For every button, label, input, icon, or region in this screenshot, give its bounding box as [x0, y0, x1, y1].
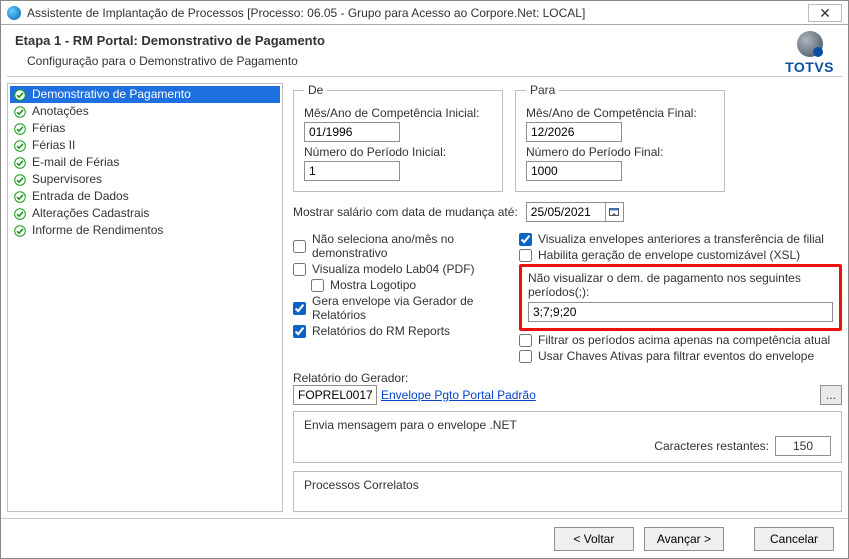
step-nav: Demonstrativo de Pagamento Anotações Fér… [7, 83, 283, 512]
chk-relatorios-rm[interactable]: Relatórios do RM Reports [293, 324, 503, 338]
mostrar-salario-label: Mostrar salário com data de mudança até: [293, 205, 518, 219]
check-icon [14, 157, 26, 169]
chk-label: Habilita geração de envelope customizáve… [538, 248, 800, 262]
nav-item-informe[interactable]: Informe de Rendimentos [10, 222, 280, 239]
nav-item-label: Supervisores [32, 172, 102, 187]
nav-item-email-ferias[interactable]: E-mail de Férias [10, 154, 280, 171]
para-periodo-input[interactable] [526, 161, 622, 181]
para-legend: Para [526, 83, 559, 97]
chk-visualiza-env-ant[interactable]: Visualiza envelopes anteriores a transfe… [519, 232, 842, 246]
processos-correlatos-box: Processos Correlatos [293, 471, 842, 512]
nav-item-label: Férias II [32, 138, 75, 153]
de-periodo-label: Número do Período Inicial: [304, 145, 492, 159]
chk-label: Visualiza modelo Lab04 (PDF) [312, 262, 475, 276]
check-icon [14, 106, 26, 118]
nav-item-demonstrativo[interactable]: Demonstrativo de Pagamento [10, 86, 280, 103]
nav-item-supervisores[interactable]: Supervisores [10, 171, 280, 188]
chk-label: Mostra Logotipo [330, 278, 416, 292]
chk-label: Relatórios do RM Reports [312, 324, 450, 338]
de-mes-input[interactable] [304, 122, 400, 142]
mostrar-salario-date[interactable] [526, 202, 624, 222]
nav-item-label: Férias [32, 121, 65, 136]
periodos-ocultos-box: Não visualizar o dem. de pagamento nos s… [519, 264, 842, 331]
brand-name: TOTVS [785, 59, 834, 75]
gerador-code-input[interactable] [293, 385, 377, 405]
nav-item-label: Demonstrativo de Pagamento [32, 87, 191, 102]
envelope-net-box: Envia mensagem para o envelope .NET Cara… [293, 411, 842, 463]
chk-visualiza-lab04[interactable]: Visualiza modelo Lab04 (PDF) [293, 262, 503, 276]
nav-item-label: Alterações Cadastrais [32, 206, 149, 221]
body: Demonstrativo de Pagamento Anotações Fér… [1, 77, 848, 518]
nav-item-label: Informe de Rendimentos [32, 223, 163, 238]
window: Assistente de Implantação de Processos [… [0, 0, 849, 559]
step-title: Etapa 1 - RM Portal: Demonstrativo de Pa… [15, 33, 834, 48]
para-mes-label: Mês/Ano de Competência Final: [526, 106, 714, 120]
brand-logo: TOTVS [785, 31, 834, 75]
periodos-ocultos-input[interactable] [528, 302, 833, 322]
nav-item-label: E-mail de Férias [32, 155, 119, 170]
de-legend: De [304, 83, 327, 97]
processos-correlatos-label: Processos Correlatos [304, 478, 831, 492]
fieldset-para: Para Mês/Ano de Competência Final: Númer… [515, 83, 725, 192]
mostrar-salario-input[interactable] [527, 203, 605, 221]
nav-item-alteracoes[interactable]: Alterações Cadastrais [10, 205, 280, 222]
nav-item-entrada-dados[interactable]: Entrada de Dados [10, 188, 280, 205]
window-title: Assistente de Implantação de Processos [… [27, 6, 585, 20]
chk-mostra-logotipo[interactable]: Mostra Logotipo [311, 278, 503, 292]
chk-label: Visualiza envelopes anteriores a transfe… [538, 232, 824, 246]
caracteres-restantes-label: Caracteres restantes: [654, 439, 769, 453]
nav-item-ferias2[interactable]: Férias II [10, 137, 280, 154]
nav-item-anotacoes[interactable]: Anotações [10, 103, 280, 120]
chk-label: Filtrar os períodos acima apenas na comp… [538, 333, 830, 347]
avancar-button[interactable]: Avançar > [644, 527, 724, 551]
check-icon [14, 191, 26, 203]
app-icon [7, 6, 21, 20]
close-button[interactable]: ✕ [808, 4, 842, 22]
chk-label: Gera envelope via Gerador de Relatórios [312, 294, 503, 322]
nav-item-ferias[interactable]: Férias [10, 120, 280, 137]
nav-item-label: Anotações [32, 104, 89, 119]
chk-filtrar-periodos[interactable]: Filtrar os períodos acima apenas na comp… [519, 333, 842, 347]
check-icon [14, 225, 26, 237]
brand-icon [797, 31, 823, 57]
cancelar-button[interactable]: Cancelar [754, 527, 834, 551]
para-periodo-label: Número do Período Final: [526, 145, 714, 159]
envelope-net-label: Envia mensagem para o envelope .NET [304, 418, 831, 432]
gerador-link[interactable]: Envelope Pgto Portal Padrão [381, 388, 536, 402]
check-icon [14, 208, 26, 220]
caracteres-restantes-value: 150 [775, 436, 831, 456]
step-subtitle: Configuração para o Demonstrativo de Pag… [27, 54, 834, 68]
gerador-label: Relatório do Gerador: [293, 371, 842, 385]
de-periodo-input[interactable] [304, 161, 400, 181]
titlebar: Assistente de Implantação de Processos [… [1, 1, 848, 25]
voltar-button[interactable]: < Voltar [554, 527, 634, 551]
periodos-ocultos-label: Não visualizar o dem. de pagamento nos s… [528, 271, 833, 299]
fieldset-de: De Mês/Ano de Competência Inicial: Númer… [293, 83, 503, 192]
check-icon [14, 123, 26, 135]
calendar-dropdown-icon[interactable] [605, 203, 623, 221]
check-icon [14, 89, 26, 101]
wizard-header: Etapa 1 - RM Portal: Demonstrativo de Pa… [1, 25, 848, 76]
footer: < Voltar Avançar > Cancelar [1, 518, 848, 558]
chk-label: Usar Chaves Ativas para filtrar eventos … [538, 349, 814, 363]
check-icon [14, 174, 26, 186]
check-icon [14, 140, 26, 152]
chk-nao-seleciona[interactable]: Não seleciona ano/mês no demonstrativo [293, 232, 503, 260]
de-mes-label: Mês/Ano de Competência Inicial: [304, 106, 492, 120]
chk-habilita-xsl[interactable]: Habilita geração de envelope customizáve… [519, 248, 842, 262]
gerador-browse-button[interactable]: ... [820, 385, 842, 405]
chk-usar-chaves[interactable]: Usar Chaves Ativas para filtrar eventos … [519, 349, 842, 363]
main-panel: De Mês/Ano de Competência Inicial: Númer… [293, 83, 842, 512]
nav-item-label: Entrada de Dados [32, 189, 129, 204]
chk-gera-envelope[interactable]: Gera envelope via Gerador de Relatórios [293, 294, 503, 322]
para-mes-input[interactable] [526, 122, 622, 142]
chk-label: Não seleciona ano/mês no demonstrativo [312, 232, 503, 260]
